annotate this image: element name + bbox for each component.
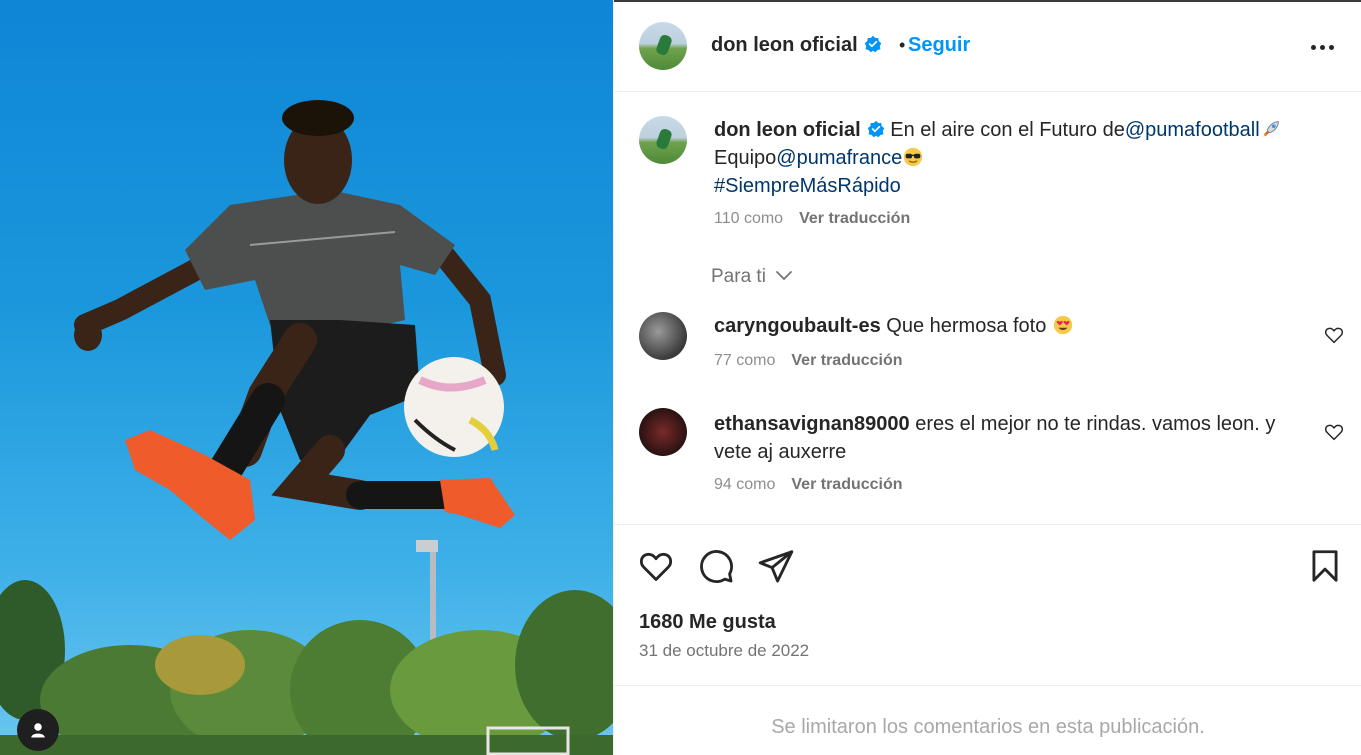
commenter-avatar[interactable]: [639, 312, 687, 360]
heart-eyes-emoji-icon: [1053, 315, 1073, 335]
translate-button[interactable]: Ver traducción: [799, 210, 910, 227]
author-username[interactable]: don leon oficial: [711, 34, 882, 57]
post-photo[interactable]: [0, 0, 613, 755]
tagged-users-button[interactable]: [17, 709, 59, 751]
comments-filter-label: Para ti: [711, 266, 766, 287]
comments-filter-dropdown[interactable]: Para ti: [711, 266, 793, 288]
header-separator: •: [899, 35, 906, 55]
comment-text: caryngoubault-es Que hermosa foto: [714, 312, 1294, 340]
post-sidebar: don leon oficial • Seguir don leon ofici…: [613, 0, 1361, 755]
heart-icon[interactable]: [1323, 421, 1345, 443]
sunglasses-emoji-icon: [904, 147, 923, 167]
likes-count[interactable]: 1680 Me gusta: [639, 611, 776, 634]
caption-text: don leon oficial En el aire con el Futur…: [714, 116, 1334, 200]
comment-likes[interactable]: 77 como: [714, 352, 775, 369]
heart-icon[interactable]: [1323, 324, 1345, 346]
follow-button[interactable]: Seguir: [908, 34, 970, 57]
rocket-emoji-icon: [1262, 121, 1279, 138]
post-photo-illustration: [0, 100, 613, 755]
user-tag-icon: [31, 723, 45, 738]
commenter-avatar[interactable]: [639, 408, 687, 456]
chevron-down-icon: [776, 271, 793, 280]
caption-text-2: Equipo: [714, 147, 777, 169]
bookmark-icon[interactable]: [1306, 547, 1344, 585]
more-options-icon[interactable]: [1302, 36, 1342, 58]
comment-body: Que hermosa foto: [886, 315, 1047, 337]
verified-badge-icon: [864, 35, 881, 53]
author-avatar[interactable]: [639, 22, 687, 70]
caption-text-1: En el aire con el Futuro de: [890, 119, 1125, 141]
comment-icon[interactable]: [697, 547, 735, 585]
caption-username[interactable]: don leon oficial: [714, 119, 861, 141]
comment-text: ethansavignan89000 eres el mejor no te r…: [714, 410, 1294, 466]
translate-button[interactable]: Ver traducción: [791, 476, 902, 493]
comments-limited-notice: Se limitaron los comentarios en esta pub…: [771, 716, 1205, 738]
post-header: don leon oficial • Seguir: [614, 2, 1361, 92]
author-username-text[interactable]: don leon oficial: [711, 34, 858, 56]
translate-button[interactable]: Ver traducción: [791, 352, 902, 369]
comment-username[interactable]: caryngoubault-es: [714, 315, 881, 337]
verified-badge-icon: [867, 120, 884, 138]
heart-icon[interactable]: [637, 547, 675, 585]
caption-meta: 110 como Ver traducción: [714, 210, 910, 228]
share-icon[interactable]: [757, 547, 795, 585]
post-date[interactable]: 31 de octubre de 2022: [639, 641, 809, 661]
comment-username[interactable]: ethansavignan89000: [714, 413, 910, 435]
comment-meta: 94 como Ver traducción: [714, 476, 903, 494]
hashtag-link[interactable]: #SiempreMásRápido: [714, 175, 901, 197]
comment-meta: 77 como Ver traducción: [714, 352, 903, 370]
caption-author-avatar[interactable]: [639, 116, 687, 164]
mention-link[interactable]: @pumafootball: [1125, 119, 1260, 141]
caption-likes[interactable]: 110 como: [714, 210, 783, 227]
post-actions: 1680 Me gusta 31 de octubre de 2022: [614, 524, 1361, 686]
comment-likes[interactable]: 94 como: [714, 476, 775, 493]
mention-link[interactable]: @pumafrance: [776, 147, 902, 169]
